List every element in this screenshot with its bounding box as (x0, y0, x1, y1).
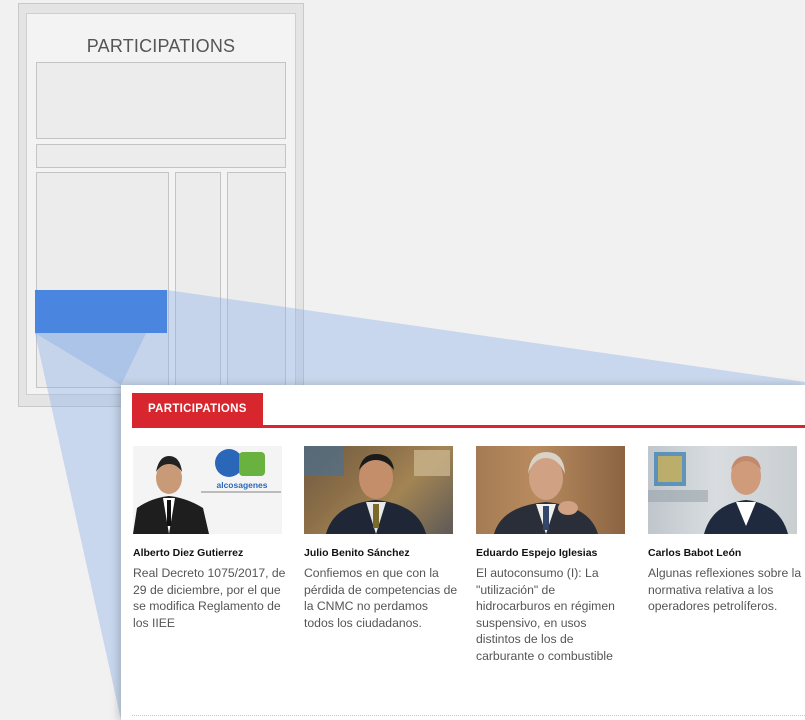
author-photo[interactable]: alcosagenes (133, 446, 282, 534)
author-name[interactable]: Carlos Babot León (648, 547, 803, 559)
author-photo[interactable] (648, 446, 797, 534)
article-title[interactable]: Real Decreto 1075/2017, de 29 de diciemb… (133, 565, 288, 631)
participations-panel: PARTICIPATIONS alcosagenes Alberto Diez … (121, 385, 805, 720)
brand-logo-text: alcosagenes (216, 480, 268, 490)
article-title[interactable]: Confiemos en que con la pérdida de compe… (304, 565, 459, 631)
participation-card[interactable]: Carlos Babot León Algunas reflexiones so… (648, 446, 803, 615)
author-photo[interactable] (304, 446, 453, 534)
person-silhouette (494, 452, 598, 534)
author-name[interactable]: Julio Benito Sánchez (304, 547, 459, 559)
brand-logo-d (239, 452, 265, 476)
author-name[interactable]: Alberto Diez Gutierrez (133, 547, 288, 559)
brand-logo-tagline (201, 491, 281, 493)
participation-card[interactable]: Julio Benito Sánchez Confiemos en que co… (304, 446, 459, 631)
person-silhouette (304, 446, 450, 534)
highlighted-region (35, 290, 167, 333)
author-name[interactable]: Eduardo Espejo Iglesias (476, 547, 631, 559)
author-photo[interactable] (476, 446, 625, 534)
participation-card[interactable]: Eduardo Espejo Iglesias El autoconsumo (… (476, 446, 631, 664)
tab-underline (132, 425, 805, 428)
article-title[interactable]: Algunas reflexiones sobre la normativa r… (648, 565, 803, 615)
person-silhouette (648, 452, 788, 534)
participation-card[interactable]: alcosagenes Alberto Diez Gutierrez Real … (133, 446, 288, 631)
panel-bottom-divider (132, 715, 805, 716)
participations-tab[interactable]: PARTICIPATIONS (132, 393, 263, 426)
article-title[interactable]: El autoconsumo (I): La "utilización" de … (476, 565, 631, 664)
